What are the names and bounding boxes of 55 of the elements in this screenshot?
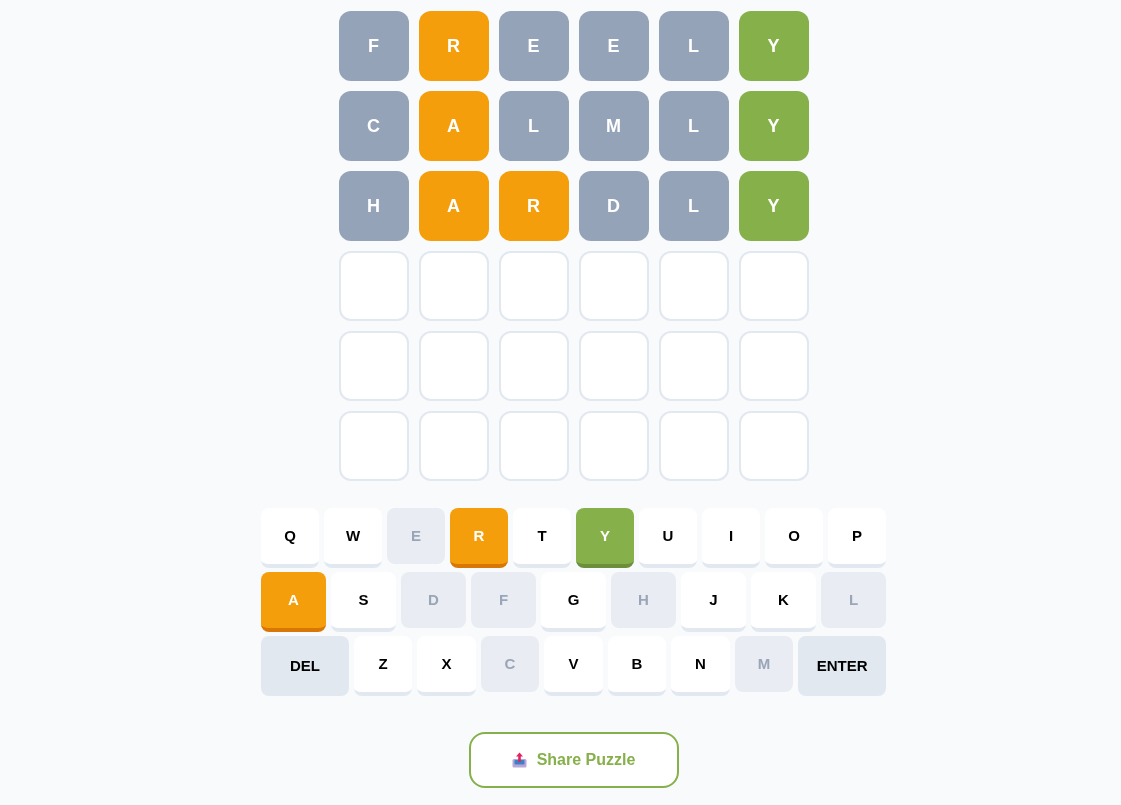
keyboard-key[interactable]: N bbox=[671, 636, 730, 696]
letter-tile: Y bbox=[738, 11, 809, 81]
empty-letter-tile bbox=[418, 251, 489, 321]
keyboard-key[interactable]: Z bbox=[353, 636, 413, 696]
empty-letter-tile bbox=[578, 411, 649, 481]
keyboard-key[interactable]: Q bbox=[261, 508, 319, 568]
keyboard-key[interactable]: P bbox=[828, 508, 886, 568]
keyboard-key[interactable]: I bbox=[702, 508, 760, 568]
keyboard-key[interactable]: B bbox=[607, 636, 667, 696]
keyboard-key[interactable]: T bbox=[513, 508, 571, 568]
letter-tile: E bbox=[578, 11, 649, 81]
letter-tile: R bbox=[418, 11, 489, 81]
empty-letter-tile bbox=[498, 411, 569, 481]
keyboard-key[interactable]: ENTER bbox=[798, 636, 886, 696]
keyboard-key[interactable]: DEL bbox=[261, 636, 349, 696]
empty-letter-tile bbox=[418, 411, 489, 481]
empty-letter-tile bbox=[658, 331, 729, 401]
letter-tile: H bbox=[338, 171, 409, 241]
keyboard-key[interactable]: V bbox=[544, 636, 603, 696]
letter-tile: L bbox=[658, 91, 729, 161]
letter-tile: L bbox=[498, 91, 569, 161]
empty-letter-tile bbox=[498, 331, 569, 401]
letter-tile: D bbox=[578, 171, 649, 241]
letter-tile: R bbox=[498, 171, 569, 241]
empty-letter-tile bbox=[338, 331, 409, 401]
letter-tile: A bbox=[418, 91, 489, 161]
empty-letter-tile bbox=[338, 411, 409, 481]
letter-tile: L bbox=[658, 11, 729, 81]
letter-tile: L bbox=[658, 171, 729, 241]
empty-letter-tile bbox=[658, 251, 729, 321]
keyboard-key[interactable]: X bbox=[417, 636, 476, 696]
letter-tile: A bbox=[418, 171, 489, 241]
keyboard-key[interactable]: O bbox=[765, 508, 823, 568]
empty-letter-tile bbox=[738, 411, 809, 481]
empty-letter-tile bbox=[498, 251, 569, 321]
empty-letter-tile bbox=[578, 251, 649, 321]
keyboard-key[interactable]: U bbox=[639, 508, 697, 568]
empty-letter-tile bbox=[338, 251, 409, 321]
letter-tile: Y bbox=[738, 91, 809, 161]
letter-tile: Y bbox=[738, 171, 809, 241]
empty-letter-tile bbox=[418, 331, 489, 401]
keyboard-key[interactable]: S bbox=[331, 572, 396, 632]
keyboard-key[interactable]: K bbox=[751, 572, 816, 632]
keyboard-key[interactable]: W bbox=[324, 508, 382, 568]
letter-tile: C bbox=[338, 91, 409, 161]
letter-tile: E bbox=[498, 11, 569, 81]
letter-tile: F bbox=[338, 11, 409, 81]
keyboard-key[interactable]: J bbox=[681, 572, 746, 632]
empty-letter-tile bbox=[738, 251, 809, 321]
upload-tray-icon bbox=[511, 752, 527, 768]
empty-letter-tile bbox=[578, 331, 649, 401]
empty-letter-tile bbox=[738, 331, 809, 401]
empty-letter-tile bbox=[658, 411, 729, 481]
keyboard-key[interactable]: G bbox=[541, 572, 606, 632]
letter-tile: M bbox=[578, 91, 649, 161]
